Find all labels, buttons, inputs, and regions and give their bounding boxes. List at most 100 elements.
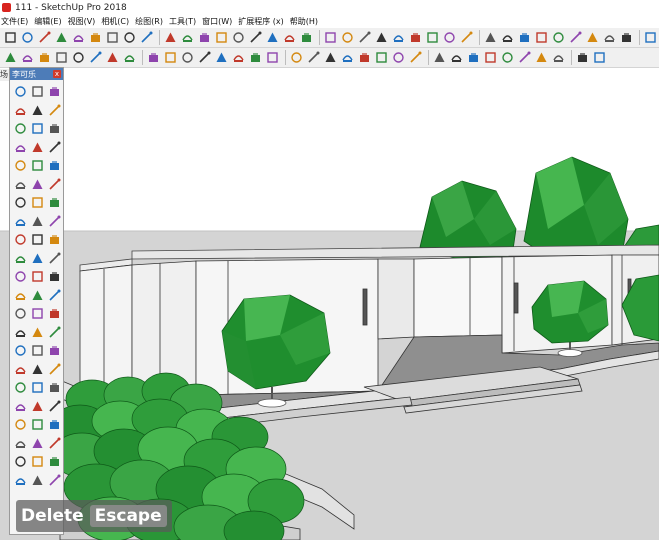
menu-item-2[interactable]: 视图(V) <box>68 16 96 27</box>
tray-tool-33-icon[interactable] <box>12 287 28 304</box>
tray-tool-35-icon[interactable] <box>46 287 62 304</box>
arc-icon[interactable] <box>54 30 68 45</box>
drape-icon[interactable] <box>551 30 565 45</box>
top-icon[interactable] <box>88 50 102 65</box>
wire-icon[interactable] <box>231 50 245 65</box>
texture-icon[interactable] <box>289 50 303 65</box>
tray-tool-39-icon[interactable] <box>12 324 28 341</box>
hidden-icon[interactable] <box>248 50 262 65</box>
rotate-icon[interactable] <box>139 30 153 45</box>
solid3-icon[interactable] <box>357 50 371 65</box>
tray-tool-24-icon[interactable] <box>12 231 28 248</box>
orbit-icon[interactable] <box>323 30 337 45</box>
solid2-icon[interactable] <box>340 50 354 65</box>
curve-icon[interactable] <box>88 30 102 45</box>
tray-tool-61-icon[interactable] <box>29 453 45 470</box>
tray-tool-30-icon[interactable] <box>12 268 28 285</box>
tray-tool-23-icon[interactable] <box>46 213 62 230</box>
cube5-icon[interactable] <box>534 50 548 65</box>
tray-tool-15-icon[interactable] <box>12 176 28 193</box>
tray-tool-47-icon[interactable] <box>46 361 62 378</box>
tray-tool-64-icon[interactable] <box>29 472 45 489</box>
tray-tool-36-icon[interactable] <box>12 305 28 322</box>
cube2-icon[interactable] <box>483 50 497 65</box>
follow-icon[interactable] <box>197 30 211 45</box>
prev-icon[interactable] <box>408 30 422 45</box>
sandbox-icon[interactable] <box>500 30 514 45</box>
tray-tool-9-icon[interactable] <box>12 139 28 156</box>
tray-tool-4-icon[interactable] <box>29 102 45 119</box>
share-icon[interactable] <box>643 30 657 45</box>
tray-tool-0-icon[interactable] <box>12 83 28 100</box>
back-icon[interactable] <box>146 50 160 65</box>
tray-tool-14-icon[interactable] <box>46 157 62 174</box>
tray-tool-55-icon[interactable] <box>29 416 45 433</box>
tray-tool-58-icon[interactable] <box>29 435 45 452</box>
menu-item-7[interactable]: 扩展程序 (x) <box>238 16 284 27</box>
tray-tool-11-icon[interactable] <box>46 139 62 156</box>
tray-tool-59-icon[interactable] <box>46 435 62 452</box>
tray-tool-21-icon[interactable] <box>12 213 28 230</box>
tray-tool-3-icon[interactable] <box>12 102 28 119</box>
tray-tool-7-icon[interactable] <box>29 120 45 137</box>
cube3-icon[interactable] <box>500 50 514 65</box>
tray-tool-6-icon[interactable] <box>12 120 28 137</box>
axes-icon[interactable] <box>265 30 279 45</box>
zoom-icon[interactable] <box>357 30 371 45</box>
tray-tool-25-icon[interactable] <box>29 231 45 248</box>
model-viewport[interactable] <box>0 69 659 540</box>
tray-tool-60-icon[interactable] <box>12 453 28 470</box>
tray-tool-32-icon[interactable] <box>46 268 62 285</box>
sect2-icon[interactable] <box>592 50 606 65</box>
tray-tool-54-icon[interactable] <box>12 416 28 433</box>
tray-tool-44-icon[interactable] <box>46 342 62 359</box>
tray-tool-42-icon[interactable] <box>12 342 28 359</box>
grid-icon[interactable] <box>568 30 582 45</box>
mono-icon[interactable] <box>306 50 320 65</box>
left-icon[interactable] <box>163 50 177 65</box>
tray-tool-16-icon[interactable] <box>29 176 45 193</box>
rect-icon[interactable] <box>20 30 34 45</box>
next-icon[interactable] <box>425 30 439 45</box>
tray-tool-18-icon[interactable] <box>12 194 28 211</box>
teapot-icon[interactable] <box>20 50 34 65</box>
tray-tool-27-icon[interactable] <box>12 250 28 267</box>
tray-tool-50-icon[interactable] <box>46 379 62 396</box>
tape-icon[interactable] <box>214 30 228 45</box>
position-icon[interactable] <box>483 30 497 45</box>
move-icon[interactable] <box>122 30 136 45</box>
tray-tool-10-icon[interactable] <box>29 139 45 156</box>
tray-tool-29-icon[interactable] <box>46 250 62 267</box>
tray-close-button[interactable]: x <box>53 70 61 78</box>
tag-icon[interactable] <box>37 50 51 65</box>
solid5-icon[interactable] <box>391 50 405 65</box>
tray-tool-62-icon[interactable] <box>46 453 62 470</box>
tray-tool-5-icon[interactable] <box>46 102 62 119</box>
tray-tool-51-icon[interactable] <box>12 398 28 415</box>
shadow-icon[interactable] <box>432 50 446 65</box>
tray-tool-17-icon[interactable] <box>46 176 62 193</box>
right-icon[interactable] <box>122 50 136 65</box>
walk-icon[interactable] <box>442 30 456 45</box>
dim-icon[interactable] <box>282 30 296 45</box>
cube4-icon[interactable] <box>517 50 531 65</box>
tray-tool-19-icon[interactable] <box>29 194 45 211</box>
freehand-icon[interactable] <box>71 30 85 45</box>
shaded-icon[interactable] <box>265 50 279 65</box>
tile-icon[interactable] <box>585 30 599 45</box>
tray-tool-49-icon[interactable] <box>29 379 45 396</box>
tray-tool-38-icon[interactable] <box>46 305 62 322</box>
solid4-icon[interactable] <box>374 50 388 65</box>
menu-item-4[interactable]: 绘图(R) <box>135 16 163 27</box>
menu-item-0[interactable]: 文件(E) <box>1 16 28 27</box>
tray-tool-37-icon[interactable] <box>29 305 45 322</box>
solid6-icon[interactable] <box>408 50 422 65</box>
cube1-icon[interactable] <box>466 50 480 65</box>
pushpull-icon[interactable] <box>105 30 119 45</box>
tray-tool-22-icon[interactable] <box>29 213 45 230</box>
tray-tool-43-icon[interactable] <box>29 342 45 359</box>
tray-tool-63-icon[interactable] <box>12 472 28 489</box>
tray-tool-53-icon[interactable] <box>46 398 62 415</box>
scale-icon[interactable] <box>180 30 194 45</box>
pencil-icon[interactable] <box>37 30 51 45</box>
